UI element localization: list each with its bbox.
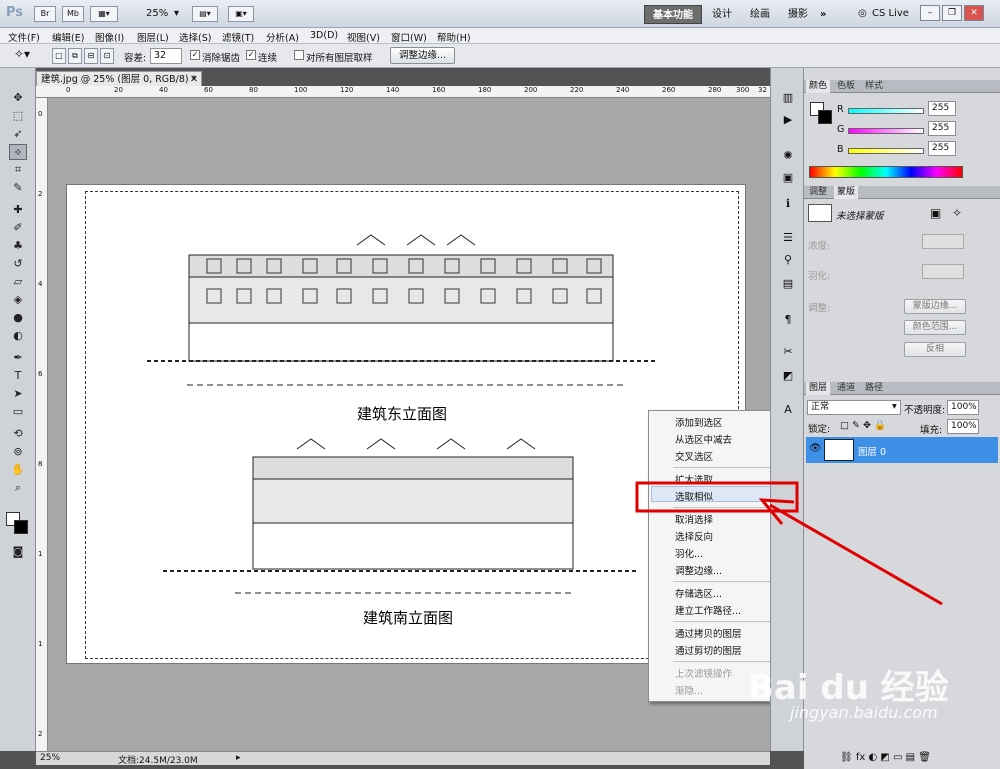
annotation-overlay: [635, 481, 943, 606]
baidu-watermark: Bai du 经验: [748, 668, 949, 708]
baidu-watermark-url: jingyan.baidu.com: [790, 703, 938, 722]
annotation-arrow: [769, 503, 943, 606]
